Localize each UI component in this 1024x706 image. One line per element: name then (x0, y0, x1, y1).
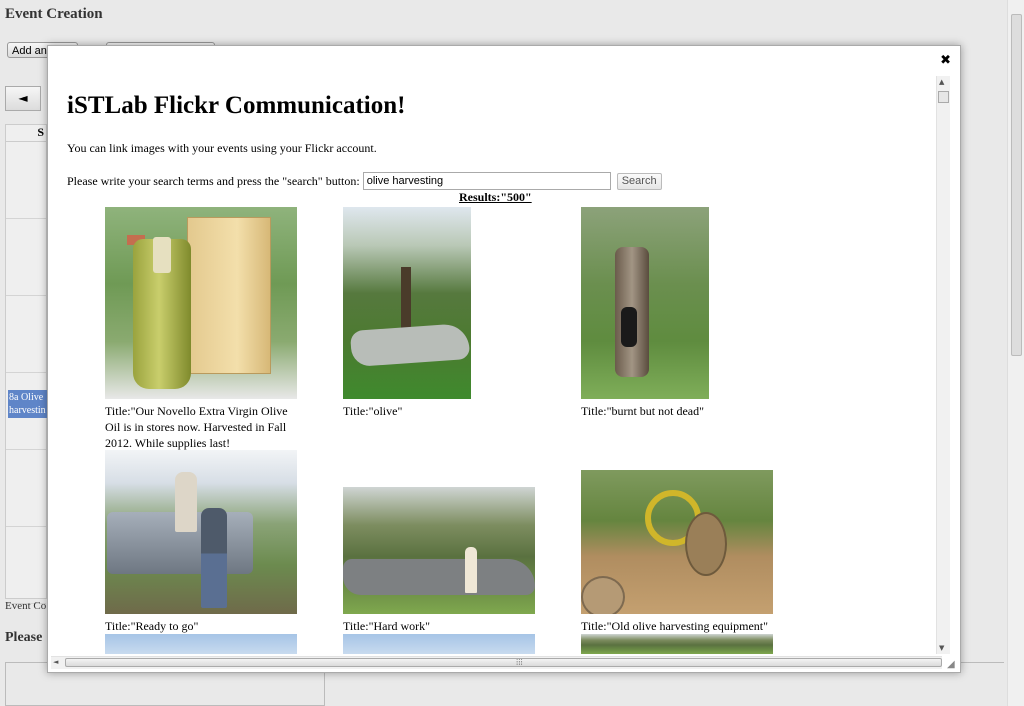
dialog-vertical-scrollbar[interactable]: ▲ ▼ (936, 76, 950, 654)
scroll-left-icon[interactable]: ◄ (53, 658, 58, 666)
page-scrollbar[interactable] (1007, 0, 1024, 706)
results-count: Results:"500" (459, 190, 532, 204)
photo-caption: Title:"burnt but not dead" (581, 404, 705, 418)
calendar-grid: S (5, 124, 47, 604)
event-label: Event Co (5, 600, 47, 612)
search-button[interactable]: Search (616, 172, 662, 190)
photo-image[interactable] (581, 470, 773, 614)
grip-icon: ⁞⁞⁞ (516, 658, 523, 667)
photo-caption: Title:"Hard work" (343, 619, 431, 633)
photo-image[interactable] (343, 634, 535, 654)
photo-image[interactable] (581, 634, 773, 654)
photo-image[interactable] (105, 634, 297, 654)
resize-handle-icon[interactable]: ◢ (947, 659, 959, 671)
photo-image[interactable] (105, 450, 297, 614)
dialog-title: iSTLab Flickr Communication! (67, 92, 406, 119)
dialog-content: iSTLab Flickr Communication! You can lin… (48, 76, 936, 654)
grid-row (6, 219, 46, 296)
vertical-scroll-thumb[interactable] (938, 91, 949, 103)
photo-image[interactable] (581, 207, 709, 399)
grid-row (6, 527, 46, 604)
grid-row (6, 450, 46, 527)
search-prompt: Please write your search terms and press… (67, 173, 360, 188)
calendar-event[interactable]: 8a Olive harvestin (8, 390, 50, 418)
search-input[interactable] (362, 172, 611, 190)
search-row: Please write your search terms and press… (67, 172, 662, 190)
scroll-up-icon[interactable]: ▲ (939, 78, 944, 86)
photo-image[interactable] (343, 207, 471, 399)
intro-text: You can link images with your events usi… (67, 141, 377, 155)
grid-header: S (6, 125, 46, 142)
photo-caption: Title:"Old olive harvesting equipment" (581, 619, 769, 633)
scroll-down-icon[interactable]: ▼ (939, 644, 944, 652)
close-icon[interactable]: ✖ (940, 53, 951, 68)
photo-caption: Title:"Ready to go" (105, 619, 199, 633)
flickr-dialog: ✖ iSTLab Flickr Communication! You can l… (47, 45, 961, 673)
photo-caption: Title:"olive" (343, 404, 403, 418)
page-scrollbar-thumb[interactable] (1011, 14, 1022, 356)
prev-arrow-button[interactable]: ◄ (5, 86, 41, 111)
grid-row (6, 142, 46, 219)
photo-image[interactable] (105, 207, 297, 399)
page-title: Event Creation (5, 6, 103, 22)
section-heading: Please (5, 630, 43, 645)
photo-image[interactable] (343, 487, 535, 614)
dialog-horizontal-scrollbar[interactable]: ◄ ⁞⁞⁞ (51, 656, 942, 669)
horizontal-scroll-thumb[interactable]: ⁞⁞⁞ (65, 658, 942, 667)
grid-row (6, 296, 46, 373)
